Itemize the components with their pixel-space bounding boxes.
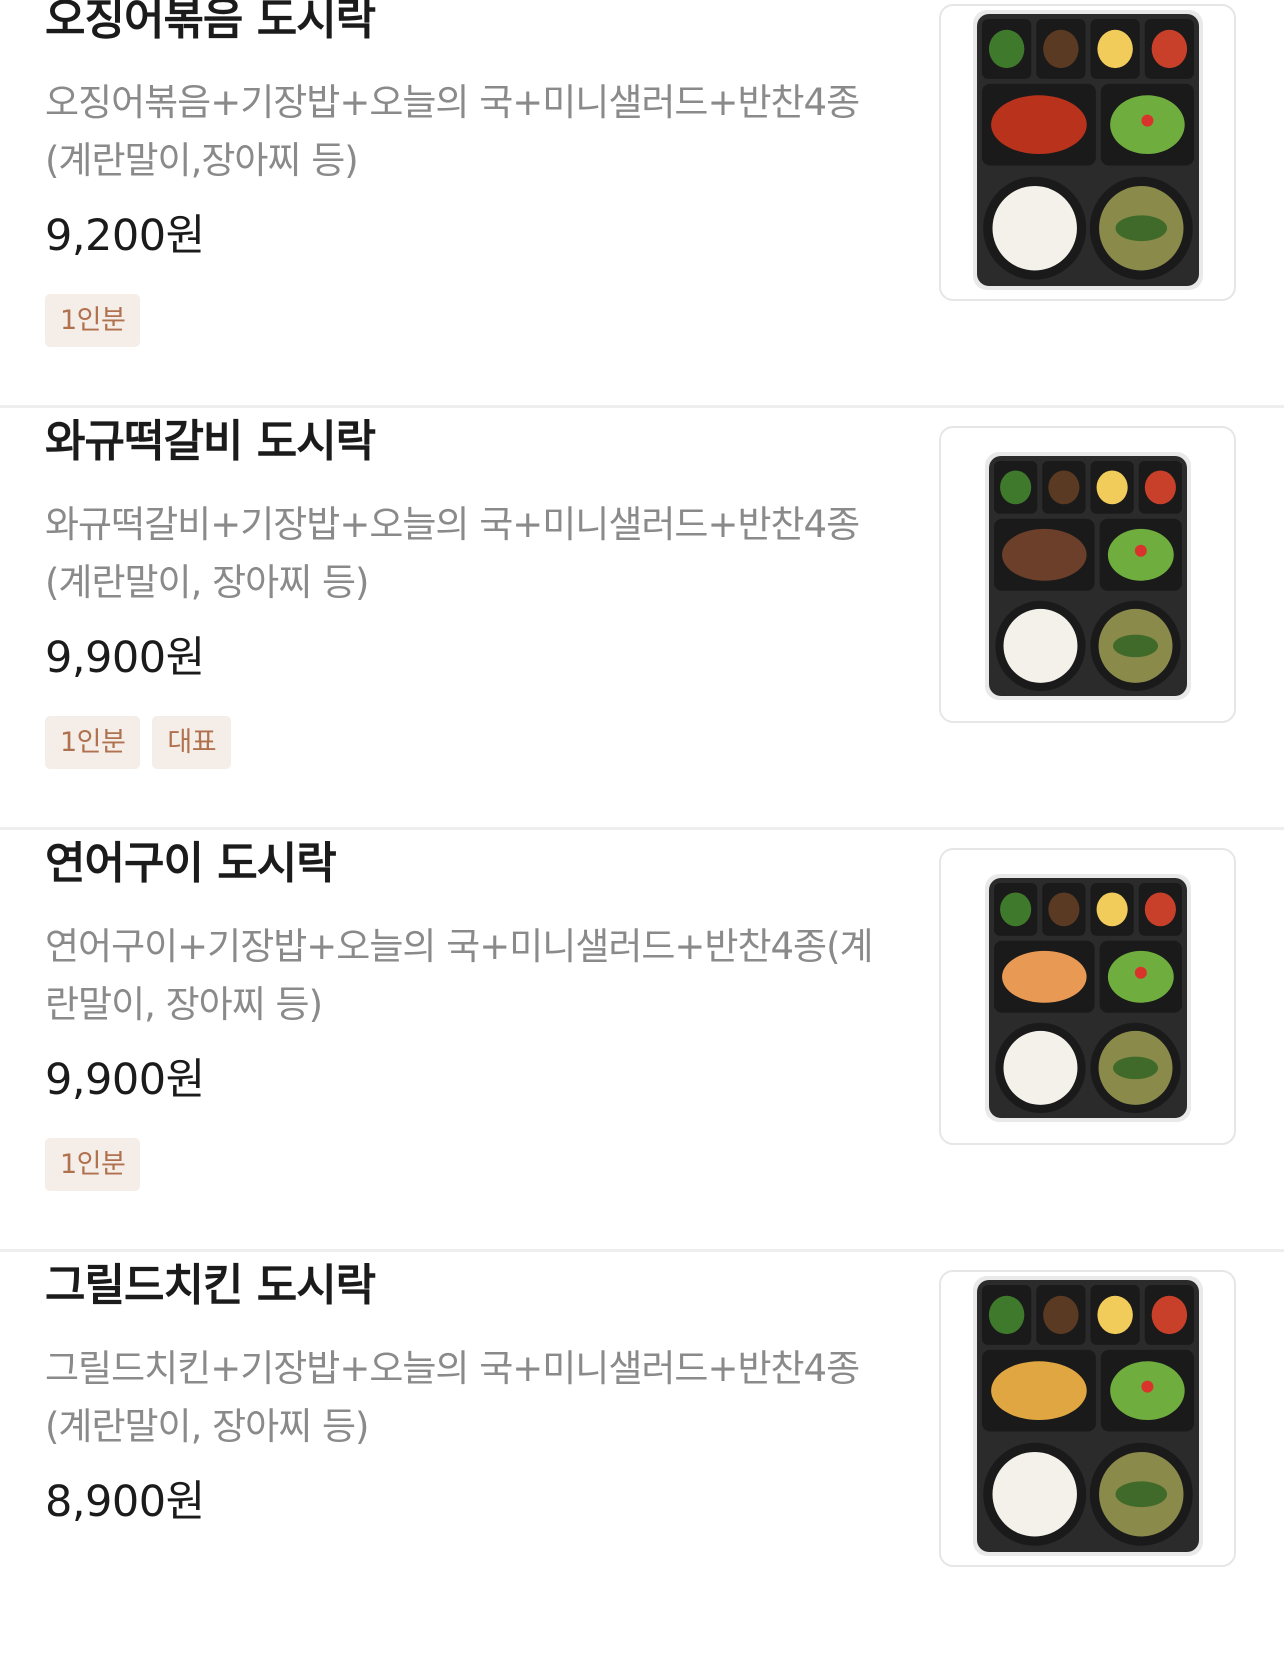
menu-item-description: 그릴드치킨+기장밥+오늘의 국+미니샐러드+반찬4종 (계란말이, 장아찌 등) [45, 1347, 860, 1448]
badge-serving: 1인분 [45, 716, 141, 769]
menu-item-description: 오징어볶음+기장밥+오늘의 국+미니샐러드+반찬4종 (계란말이,장아찌 등) [45, 81, 860, 182]
menu-item-image[interactable] [939, 1270, 1236, 1567]
menu-item-price: 9,900원 [45, 1055, 205, 1105]
menu-item-squid[interactable]: 오징어볶음 도시락 오징어볶음+기장밥+오늘의 국+미니샐러드+반찬4종 (계란말… [0, 0, 1284, 408]
badge-serving: 1인분 [45, 294, 141, 347]
menu-item-image[interactable] [939, 426, 1236, 723]
menu-item-price: 9,900원 [45, 633, 205, 683]
menu-item-name: 오징어볶음 도시락 [45, 0, 376, 45]
menu-item-description: 연어구이+기장밥+오늘의 국+미니샐러드+반찬4종(계 란말이, 장아찌 등) [45, 925, 874, 1026]
menu-item-name: 연어구이 도시락 [45, 838, 337, 889]
badge-group: 1인분 대표 [45, 716, 232, 769]
dosirak-tray-image [985, 874, 1191, 1122]
menu-item-image[interactable] [939, 4, 1236, 301]
menu-item-image[interactable] [939, 848, 1236, 1145]
menu-item-wagyu[interactable]: 와규떡갈비 도시락 와규떡갈비+기장밥+오늘의 국+미니샐러드+반찬4종 (계란말… [0, 408, 1284, 830]
dosirak-tray-image [973, 1276, 1203, 1556]
menu-item-price: 8,900원 [45, 1477, 205, 1527]
badge-group: 1인분 [45, 294, 141, 347]
menu-item-name: 와규떡갈비 도시락 [45, 416, 376, 467]
dosirak-tray-image [973, 10, 1203, 290]
menu-list: 오징어볶음 도시락 오징어볶음+기장밥+오늘의 국+미니샐러드+반찬4종 (계란말… [0, 0, 1284, 1674]
menu-item-description: 와규떡갈비+기장밥+오늘의 국+미니샐러드+반찬4종 (계란말이, 장아찌 등) [45, 503, 860, 604]
menu-item-chicken[interactable]: 그릴드치킨 도시락 그릴드치킨+기장밥+오늘의 국+미니샐러드+반찬4종 (계란말… [0, 1252, 1284, 1674]
badge-serving: 1인분 [45, 1138, 141, 1191]
menu-item-salmon[interactable]: 연어구이 도시락 연어구이+기장밥+오늘의 국+미니샐러드+반찬4종(계 란말이,… [0, 830, 1284, 1252]
menu-item-price: 9,200원 [45, 211, 205, 261]
badge-signature: 대표 [152, 716, 232, 769]
menu-item-name: 그릴드치킨 도시락 [45, 1260, 376, 1311]
dosirak-tray-image [985, 452, 1191, 700]
badge-group: 1인분 [45, 1138, 141, 1191]
